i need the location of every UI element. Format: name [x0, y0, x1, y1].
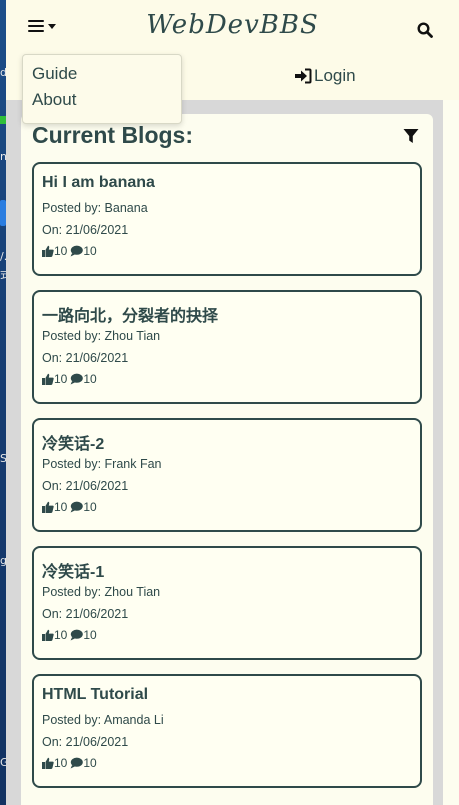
browser-window: WebDevBBS Guide About Login Current Blog… [6, 0, 459, 805]
blog-stats: 10 10 [42, 500, 97, 514]
blog-title: Hi I am banana [42, 174, 155, 191]
blog-stats: 10 10 [42, 372, 97, 386]
post-date: 21/06/2021 [65, 607, 129, 621]
comment-icon [70, 501, 84, 513]
blog-author: Posted by: Zhou Tian [42, 329, 160, 343]
blog-card[interactable]: 冷笑话-1 Posted by: Zhou Tian On: 21/06/202… [32, 546, 422, 660]
filter-icon [403, 129, 419, 143]
comments-count: 10 [83, 756, 97, 770]
comment-icon [70, 373, 84, 385]
thumbs-up-icon [42, 629, 54, 641]
menu-item-about[interactable]: About [32, 90, 76, 110]
posted-by-label: Posted by: [42, 329, 105, 343]
blog-stats: 10 10 [42, 628, 97, 642]
blog-author: Posted by: Zhou Tian [42, 585, 160, 599]
post-date: 21/06/2021 [65, 735, 129, 749]
date-label: On: [42, 479, 66, 493]
posted-by-label: Posted by: [42, 457, 105, 471]
login-link[interactable]: Login [294, 66, 356, 86]
blog-card[interactable]: HTML Tutorial Posted by: Amanda Li On: 2… [32, 674, 422, 788]
menu-item-guide[interactable]: Guide [32, 64, 77, 84]
blog-author: Posted by: Banana [42, 201, 148, 215]
post-date: 21/06/2021 [65, 351, 129, 365]
page-title: Current Blogs: [32, 122, 193, 148]
blog-date: On: 21/06/2021 [42, 479, 128, 493]
likes-count: 10 [54, 244, 68, 258]
comment-icon [70, 245, 84, 257]
blogs-panel: Current Blogs: Hi I am banana Posted by:… [21, 114, 433, 805]
navbar: WebDevBBS [6, 0, 459, 56]
post-date: 21/06/2021 [65, 223, 129, 237]
blog-card[interactable]: 冷笑话-2 Posted by: Frank Fan On: 21/06/202… [32, 418, 422, 532]
brand-logo[interactable]: WebDevBBS [6, 10, 459, 40]
comment-icon [70, 629, 84, 641]
posted-by-label: Posted by: [42, 713, 104, 727]
comment-icon [70, 757, 84, 769]
author-name: Amanda Li [103, 713, 164, 727]
date-label: On: [42, 735, 66, 749]
blog-date: On: 21/06/2021 [42, 223, 128, 237]
thumbs-up-icon [42, 501, 54, 513]
login-label: Login [314, 66, 356, 85]
date-label: On: [42, 607, 66, 621]
likes-count: 10 [54, 500, 68, 514]
thumbs-up-icon [42, 373, 54, 385]
author-name: Frank Fan [104, 457, 162, 471]
likes-count: 10 [54, 756, 68, 770]
comments-count: 10 [83, 628, 97, 642]
likes-count: 10 [54, 628, 68, 642]
blog-card[interactable]: 一路向北，分裂者的抉择 Posted by: Zhou Tian On: 21/… [32, 290, 422, 404]
comments-count: 10 [83, 244, 97, 258]
posted-by-label: Posted by: [42, 201, 105, 215]
blog-author: Posted by: Frank Fan [42, 457, 162, 471]
author-name: Zhou Tian [104, 585, 161, 599]
comments-count: 10 [83, 500, 97, 514]
sign-in-icon [295, 68, 312, 84]
blog-title: HTML Tutorial [42, 686, 149, 703]
blog-stats: 10 10 [42, 244, 97, 258]
filter-button[interactable] [403, 128, 419, 148]
posted-by-label: Posted by: [42, 585, 105, 599]
blog-author: Posted by: Amanda Li [42, 713, 164, 727]
post-date: 21/06/2021 [65, 479, 129, 493]
blog-title: 冷笑话-2 [42, 436, 105, 453]
blog-title: 冷笑话-1 [42, 564, 105, 581]
date-label: On: [42, 351, 66, 365]
comments-count: 10 [83, 372, 97, 386]
search-button[interactable] [417, 22, 433, 42]
search-icon [417, 22, 433, 38]
date-label: On: [42, 223, 66, 237]
author-name: Zhou Tian [104, 329, 161, 343]
thumbs-up-icon [42, 757, 54, 769]
blog-stats: 10 10 [42, 756, 97, 770]
nav-dropdown-menu: Guide About [22, 54, 182, 124]
author-name: Banana [104, 201, 148, 215]
blog-date: On: 21/06/2021 [42, 735, 128, 749]
blog-card[interactable]: Hi I am banana Posted by: Banana On: 21/… [32, 162, 422, 276]
thumbs-up-icon [42, 245, 54, 257]
blog-date: On: 21/06/2021 [42, 351, 128, 365]
content-area: Current Blogs: Hi I am banana Posted by:… [6, 100, 443, 805]
blog-date: On: 21/06/2021 [42, 607, 128, 621]
likes-count: 10 [54, 372, 68, 386]
blog-title: 一路向北，分裂者的抉择 [42, 308, 219, 325]
